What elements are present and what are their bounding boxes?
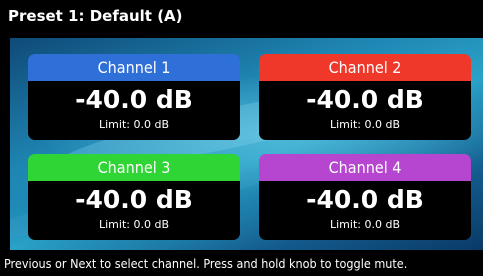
channel-1-body: -40.0 dB Limit: 0.0 dB: [28, 81, 240, 140]
channel-2-header: Channel 2: [259, 54, 471, 81]
channel-3-level: -40.0 dB: [75, 185, 193, 214]
channel-1-header: Channel 1: [28, 54, 240, 81]
channel-2-level: -40.0 dB: [306, 85, 424, 114]
preset-title: Preset 1: Default (A): [0, 0, 483, 32]
channel-1-level: -40.0 dB: [75, 85, 193, 114]
channel-2-limit: Limit: 0.0 dB: [330, 118, 400, 131]
channel-panel: Channel 1 -40.0 dB Limit: 0.0 dB Channel…: [10, 38, 483, 250]
status-hint: Previous or Next to select channel. Pres…: [0, 252, 483, 276]
channel-4-level: -40.0 dB: [306, 185, 424, 214]
channel-3-limit: Limit: 0.0 dB: [99, 218, 169, 231]
device-display: Preset 1: Default (A) Channel 1 -40.0 dB…: [0, 0, 483, 276]
channel-4-limit: Limit: 0.0 dB: [330, 218, 400, 231]
channel-3-header: Channel 3: [28, 154, 240, 181]
channel-1-card[interactable]: Channel 1 -40.0 dB Limit: 0.0 dB: [28, 54, 240, 140]
channel-2-card[interactable]: Channel 2 -40.0 dB Limit: 0.0 dB: [259, 54, 471, 140]
channel-2-body: -40.0 dB Limit: 0.0 dB: [259, 81, 471, 140]
channel-4-body: -40.0 dB Limit: 0.0 dB: [259, 181, 471, 240]
channel-1-limit: Limit: 0.0 dB: [99, 118, 169, 131]
channel-3-body: -40.0 dB Limit: 0.0 dB: [28, 181, 240, 240]
channel-4-card[interactable]: Channel 4 -40.0 dB Limit: 0.0 dB: [259, 154, 471, 240]
channel-4-header: Channel 4: [259, 154, 471, 181]
channel-3-card[interactable]: Channel 3 -40.0 dB Limit: 0.0 dB: [28, 154, 240, 240]
